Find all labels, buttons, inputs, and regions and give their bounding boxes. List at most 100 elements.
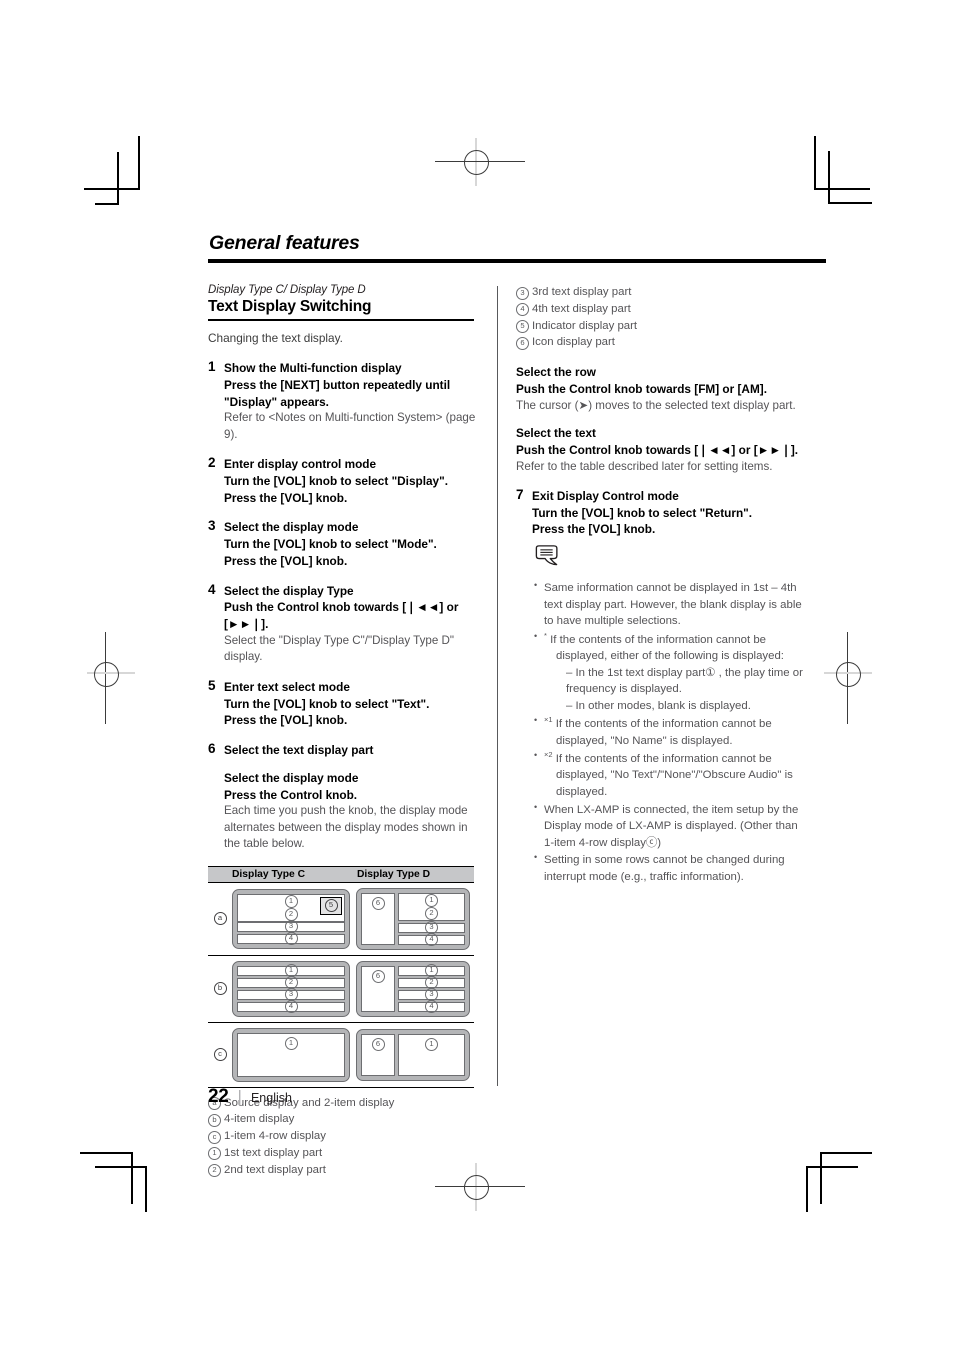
crop-mark-top-left-horizontal-outer xyxy=(84,188,139,190)
column-header-type-c: Display Type C xyxy=(232,868,306,880)
step-7-number: 7 xyxy=(516,486,524,502)
step-6-number: 6 xyxy=(208,741,216,757)
display-type-table-header: Display Type C Display Type D xyxy=(208,866,474,883)
step-3-number: 3 xyxy=(208,518,216,534)
step-2: 2 Enter display control mode Turn the [V… xyxy=(208,455,480,506)
step-5-instruction: Enter text select mode Turn the [VOL] kn… xyxy=(224,679,430,728)
registration-mark-right-circle xyxy=(836,662,861,687)
row-label-b-wrap: b xyxy=(208,982,232,996)
row-label-a-wrap: a xyxy=(208,912,232,926)
section-subtitle: Display Type C/ Display Type D xyxy=(208,284,366,296)
legend-item-5-label: Indicator display part xyxy=(532,319,638,332)
column-header-type-d: Display Type D xyxy=(357,868,431,880)
legend-item-5: 5 Indicator display part xyxy=(516,318,806,335)
page-title: Text Display Switching xyxy=(208,298,372,315)
left-column: Display Type C/ Display Type D Text Disp… xyxy=(208,284,480,1179)
legend-item-4: 4 4th text display part xyxy=(516,301,806,318)
cell-type-d-row-c: 6 1 xyxy=(356,1028,474,1081)
type-d-b-segment-4: 4 xyxy=(398,1000,465,1014)
legend-item-6-label: Icon display part xyxy=(532,336,615,349)
type-c-b-segment-3: 3 xyxy=(237,988,345,1002)
circled-letter-b-icon: b xyxy=(208,1113,221,1127)
note-speech-bubble-icon xyxy=(535,545,558,566)
crop-mark-top-right-horizontal-inner xyxy=(828,202,872,204)
step-1-number: 1 xyxy=(208,359,216,374)
type-d-a-icon-pane: 6 xyxy=(361,892,395,945)
note-item-2-sub-2: – In other modes, blank is displayed. xyxy=(566,699,751,712)
device-face-d-b: 6 1 2 3 4 xyxy=(356,960,470,1017)
step-6-instruction: Select the text display part xyxy=(224,743,374,758)
step-3-instruction: Select the display mode Turn the [VOL] k… xyxy=(224,520,437,568)
device-face-c-c: 1 xyxy=(232,1027,350,1082)
indicator-display-part-box: 5 xyxy=(320,896,342,915)
type-d-a-right-pane: 1 2 3 4 xyxy=(398,892,465,947)
table-row-a: a 1 2 5 3 4 6 1 2 3 4 xyxy=(208,883,474,956)
legend-item-2: 2 2nd text display part xyxy=(208,1162,480,1179)
cell-type-c-row-c: 1 xyxy=(232,1027,356,1082)
cell-type-c-row-a: 1 2 5 3 4 xyxy=(232,888,356,949)
step-4-number: 4 xyxy=(208,581,216,597)
step-5: 5 Enter text select mode Turn the [VOL] … xyxy=(208,678,480,729)
crop-mark-top-left-vertical-inner xyxy=(117,152,119,204)
crop-mark-top-right-vertical-outer xyxy=(814,136,816,190)
note-item-1-text: Same information cannot be displayed in … xyxy=(544,582,802,628)
registration-mark-bottom-circle xyxy=(464,1175,489,1200)
right-column-legend: 3 3rd text display part 4 4th text display… xyxy=(516,284,806,351)
circled-number-1-icon: 1 xyxy=(425,1037,438,1051)
circled-number-2-icon: 2 xyxy=(425,906,438,920)
row-label-c-wrap: c xyxy=(208,1048,232,1062)
page-number: 22 xyxy=(208,1086,229,1107)
step-4: 4 Select the display Type Push the Contr… xyxy=(208,581,480,666)
step-1-instruction: Show the Multi-function display Press th… xyxy=(224,361,451,409)
crop-mark-top-left-horizontal-inner xyxy=(95,203,119,205)
note-item-2-marker: * xyxy=(544,630,547,640)
legend-item-1: 1 1st text display part xyxy=(208,1145,480,1162)
type-d-b-segment-1: 1 xyxy=(398,964,465,978)
circled-number-1-icon: 1 xyxy=(284,894,298,908)
step-4-note: Select the "Display Type C"/"Display Typ… xyxy=(224,633,454,664)
select-text-note: Refer to the table described later for s… xyxy=(516,459,773,473)
table-row-b: b 1 2 3 4 6 1 2 3 4 xyxy=(208,956,474,1023)
step-7-instruction: Exit Display Control mode Turn the [VOL]… xyxy=(532,488,753,537)
circled-number-6-icon: 6 xyxy=(371,969,385,983)
step-1: 1 Show the Multi-function display Press … xyxy=(208,359,480,443)
note-item-3-marker: ×1 xyxy=(544,715,553,725)
type-d-b-segment-2: 2 xyxy=(398,976,465,990)
crop-mark-bottom-left-horizontal-outer xyxy=(80,1152,132,1154)
note-item-2-sub-1: – In the 1st text display part① , the pl… xyxy=(566,666,803,696)
legend-item-3: 3 3rd text display part xyxy=(516,284,806,301)
step-6-substep: Select the display mode Press the Contro… xyxy=(224,770,480,853)
crop-mark-top-right-horizontal-outer xyxy=(814,188,870,190)
section-lead-text: Changing the text display. xyxy=(208,331,343,345)
cell-type-d-row-b: 6 1 2 3 4 xyxy=(356,960,474,1017)
type-d-a-segment-1-2: 1 2 xyxy=(398,892,465,921)
circled-number-2-icon: 2 xyxy=(208,1164,221,1178)
type-c-a-top-zone: 1 2 5 xyxy=(237,893,345,922)
footer-language: English xyxy=(250,1091,292,1105)
note-item-3: ×1 If the contents of the information ca… xyxy=(532,714,806,749)
note-item-2-indent: displayed, either of the following is di… xyxy=(556,650,784,663)
step-6-substep-note: Each time you push the knob, the display… xyxy=(224,804,468,851)
legend-item-4-label: 4th text display part xyxy=(532,302,631,315)
step-4-instruction: Select the display Type Push the Control… xyxy=(224,583,459,632)
legend-item-b-label: 4-item display xyxy=(224,1113,295,1126)
display-type-table: Display Type C Display Type D a 1 2 5 3 … xyxy=(208,865,474,1088)
circled-letter-a-icon: a xyxy=(213,912,227,926)
crop-mark-bottom-left-vertical-outer xyxy=(131,1152,133,1204)
type-d-c-segment-1: 1 xyxy=(398,1033,465,1076)
step-2-number: 2 xyxy=(208,455,216,471)
circled-number-1-icon: 1 xyxy=(284,1036,298,1050)
note-item-4-indent: displayed, "No Text"/"None"/"Obscure Aud… xyxy=(556,769,793,798)
legend-item-c-label: 1-item 4-row display xyxy=(224,1130,326,1143)
registration-mark-top-circle xyxy=(464,150,489,175)
footer-separator: | xyxy=(237,1087,242,1106)
type-d-b-right-pane: 1 2 3 4 xyxy=(398,964,465,1014)
note-item-3-text: If the contents of the information canno… xyxy=(555,718,772,731)
legend-item-c: c 1-item 4-row display xyxy=(208,1128,480,1145)
legend-item-3-label: 3rd text display part xyxy=(532,286,632,298)
note-item-3-indent: displayed, "No Name" is displayed. xyxy=(556,734,733,747)
note-item-1: Same information cannot be displayed in … xyxy=(532,579,806,630)
type-c-b-segment-2: 2 xyxy=(237,976,345,990)
step-3: 3 Select the display mode Turn the [VOL]… xyxy=(208,518,480,569)
step-6-substep-instruction: Select the display mode Press the Contro… xyxy=(224,770,359,802)
